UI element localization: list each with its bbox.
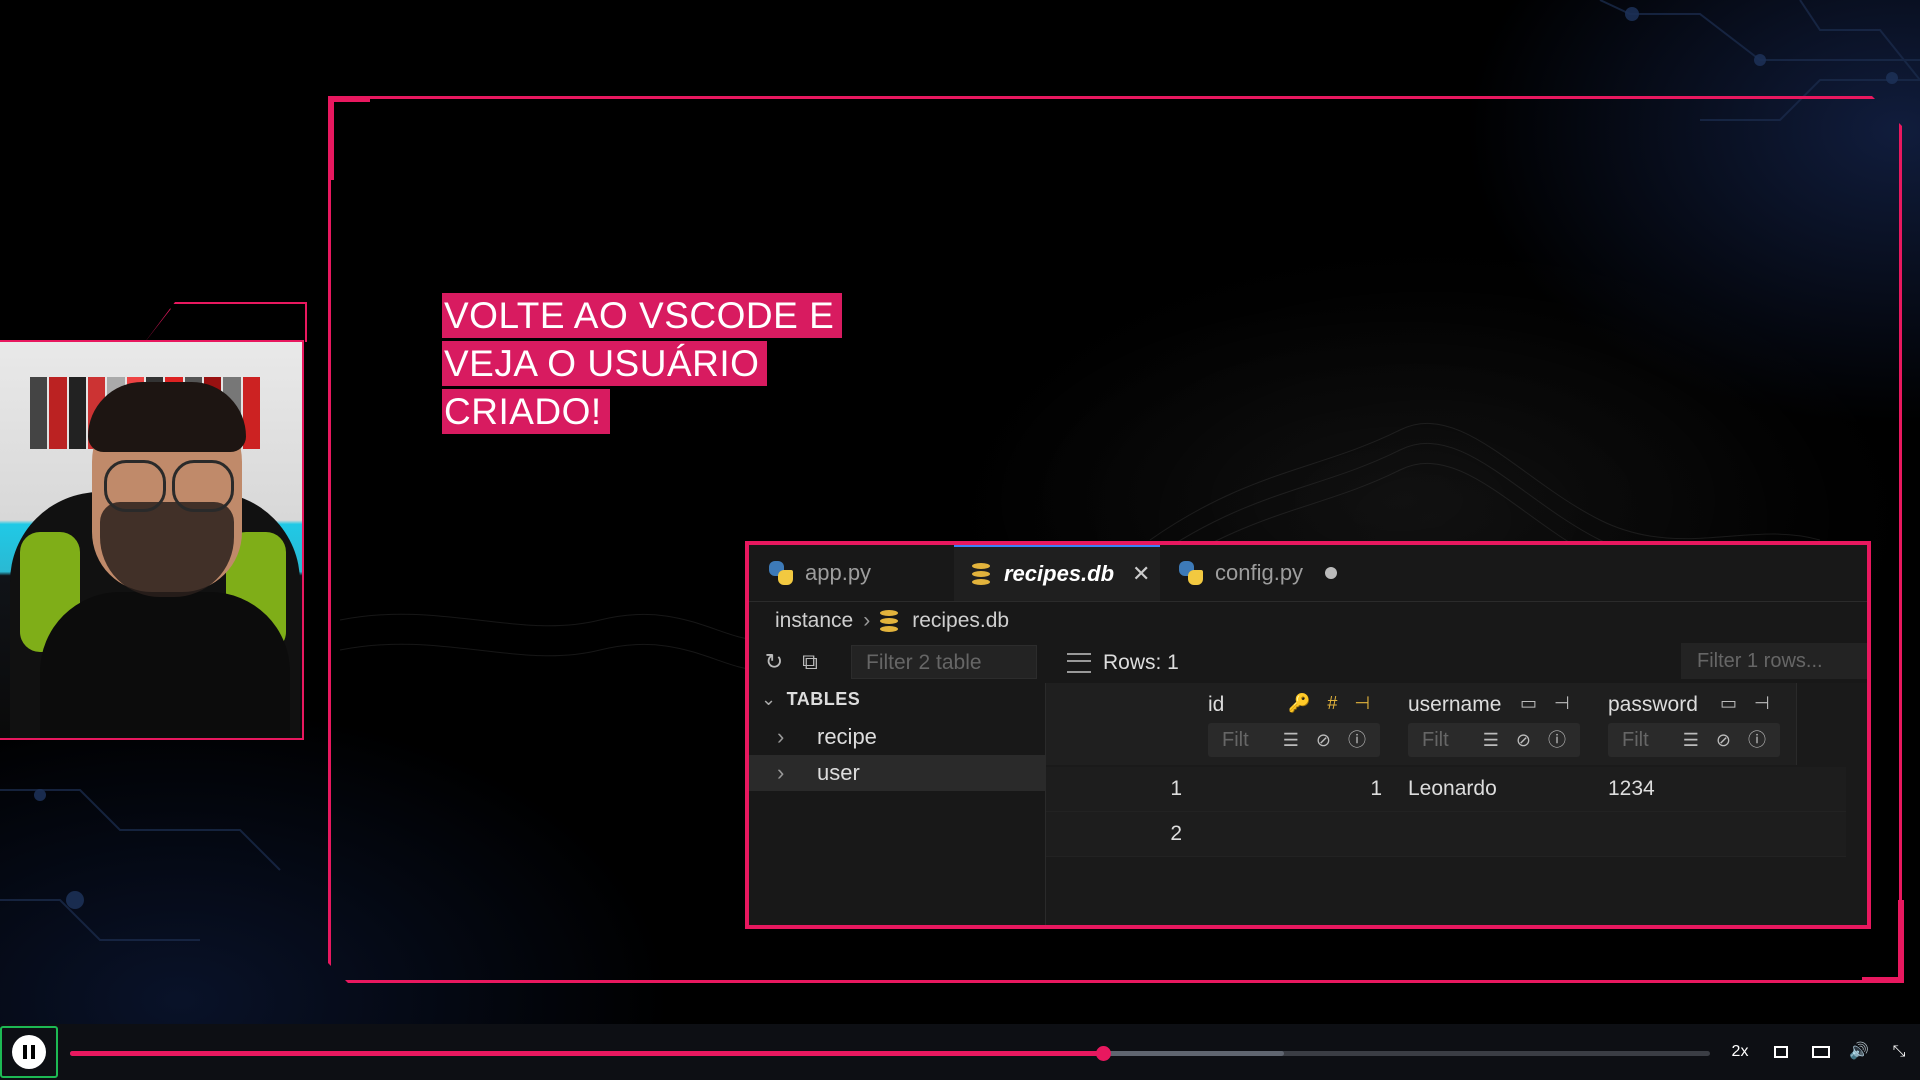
- glasses-left-lens: [104, 460, 166, 512]
- pause-icon: [12, 1035, 46, 1069]
- filter-options-icon[interactable]: ☰ ⊘ ⓘ: [1483, 723, 1572, 757]
- unsaved-dot-icon: [1325, 567, 1338, 579]
- tab-config-py[interactable]: config.py: [1179, 545, 1379, 601]
- column-name: password: [1608, 693, 1698, 716]
- cell-id[interactable]: 1: [1196, 767, 1382, 811]
- data-grid: id 🔑 # ⊣ Filt ☰ ⊘ ⓘ username ▭ ⊣ Filt ☰ …: [1045, 683, 1867, 925]
- column-header-password[interactable]: password ▭ ⊣ Filt ☰ ⊘ ⓘ: [1596, 683, 1797, 765]
- primary-key-icon: 🔑 # ⊣: [1288, 693, 1377, 713]
- sidebar-item-user[interactable]: › user: [749, 755, 1045, 791]
- callout-line: VOLTE AO VSCODE E: [442, 293, 843, 338]
- chevron-right-icon: ›: [777, 724, 785, 749]
- row-number-header: [1046, 683, 1197, 765]
- list-icon: [1067, 653, 1091, 673]
- python-icon: [769, 561, 793, 585]
- breadcrumb: instance › recipes.db: [775, 609, 1009, 633]
- picture-in-picture-icon[interactable]: [1810, 1040, 1832, 1064]
- playback-speed-button[interactable]: 2x: [1728, 1040, 1752, 1064]
- filter-placeholder: Filt: [1222, 729, 1249, 751]
- column-header-id[interactable]: id 🔑 # ⊣ Filt ☰ ⊘ ⓘ: [1196, 683, 1397, 765]
- tab-recipes-db[interactable]: recipes.db ✕: [954, 545, 1160, 601]
- column-filter-input[interactable]: Filt ☰ ⊘ ⓘ: [1408, 723, 1580, 757]
- person-shirt: [40, 592, 290, 738]
- callout-line: VEJA O USUÁRIO: [442, 341, 768, 386]
- table-name: user: [817, 760, 860, 785]
- filter-placeholder: Filt: [1422, 729, 1449, 751]
- breadcrumb-folder[interactable]: instance: [775, 609, 853, 633]
- breadcrumb-file[interactable]: recipes.db: [912, 609, 1009, 633]
- vscode-sqlite-viewer: app.py recipes.db ✕ config.py instance ›…: [745, 541, 1871, 929]
- callout-line: CRIADO!: [442, 389, 610, 434]
- text-type-icon: ▭ ⊣: [1720, 693, 1776, 713]
- playback-progress: [70, 1051, 1104, 1056]
- column-filter-input[interactable]: Filt ☰ ⊘ ⓘ: [1208, 723, 1380, 757]
- sidebar-item-recipe[interactable]: › recipe: [749, 719, 1045, 755]
- database-icon: [880, 610, 899, 632]
- chevron-down-icon: ⌄: [761, 689, 777, 709]
- cell-password[interactable]: 1234: [1608, 767, 1655, 811]
- volume-icon[interactable]: 🔊: [1848, 1040, 1870, 1064]
- editor-tab-bar: app.py recipes.db ✕ config.py: [749, 545, 1867, 602]
- webcam-feed: [0, 340, 304, 740]
- row-number: 2: [1170, 822, 1182, 845]
- tables-sidebar: ⌄ TABLES › recipe › user: [749, 683, 1045, 925]
- column-name: username: [1408, 693, 1502, 716]
- pause-button[interactable]: [0, 1026, 58, 1078]
- filter-placeholder: Filt: [1622, 729, 1649, 751]
- tab-app-py[interactable]: app.py: [769, 545, 949, 601]
- captions-icon[interactable]: [1770, 1040, 1792, 1064]
- fullscreen-exit-icon[interactable]: ⤡: [1888, 1040, 1910, 1064]
- table-row[interactable]: 1 1 Leonardo 1234: [1046, 767, 1846, 812]
- column-filter-input[interactable]: Filt ☰ ⊘ ⓘ: [1608, 723, 1780, 757]
- tab-label: config.py: [1215, 560, 1304, 585]
- tab-label: app.py: [805, 560, 872, 585]
- seek-bar[interactable]: [70, 1046, 1710, 1061]
- close-icon[interactable]: ✕: [1132, 561, 1150, 587]
- column-name: id: [1208, 693, 1225, 716]
- column-header-username[interactable]: username ▭ ⊣ Filt ☰ ⊘ ⓘ: [1396, 683, 1597, 765]
- filter-rows-input[interactable]: Filter 1 rows...: [1681, 643, 1867, 679]
- frame-corner-accent: [328, 96, 370, 102]
- cell-username[interactable]: Leonardo: [1408, 767, 1497, 811]
- database-icon: [972, 563, 990, 585]
- refresh-icon[interactable]: ↻: [761, 649, 787, 675]
- tables-section-header[interactable]: ⌄ TABLES: [761, 689, 860, 710]
- table-name: recipe: [817, 724, 877, 749]
- filter-options-icon[interactable]: ☰ ⊘ ⓘ: [1683, 723, 1772, 757]
- chevron-right-icon: ›: [777, 760, 785, 785]
- table-row[interactable]: 2: [1046, 812, 1846, 857]
- copy-icon[interactable]: ⧉: [797, 649, 823, 675]
- tab-label: recipes.db: [1004, 561, 1115, 586]
- row-number: 1: [1170, 777, 1182, 800]
- frame-corner-accent: [1898, 900, 1904, 983]
- rows-counter: Rows: 1: [1053, 645, 1179, 681]
- filter-options-icon[interactable]: ☰ ⊘ ⓘ: [1283, 723, 1372, 757]
- text-type-icon: ▭ ⊣: [1520, 693, 1576, 713]
- rows-label: Rows: 1: [1103, 651, 1179, 674]
- cell-id[interactable]: [1196, 812, 1382, 856]
- person-hair: [88, 382, 246, 452]
- glasses-right-lens: [172, 460, 234, 512]
- tables-heading: TABLES: [786, 689, 861, 709]
- frame-corner-accent: [328, 96, 334, 180]
- tables-toolbar: ↻ ⧉ Filter 2 table: [749, 645, 1039, 681]
- callout-text: VOLTE AO VSCODE E VEJA O USUÁRIO CRIADO!: [442, 292, 843, 436]
- python-icon: [1179, 561, 1203, 585]
- chevron-right-icon: ›: [863, 609, 871, 632]
- filter-tables-input[interactable]: Filter 2 table: [851, 645, 1037, 679]
